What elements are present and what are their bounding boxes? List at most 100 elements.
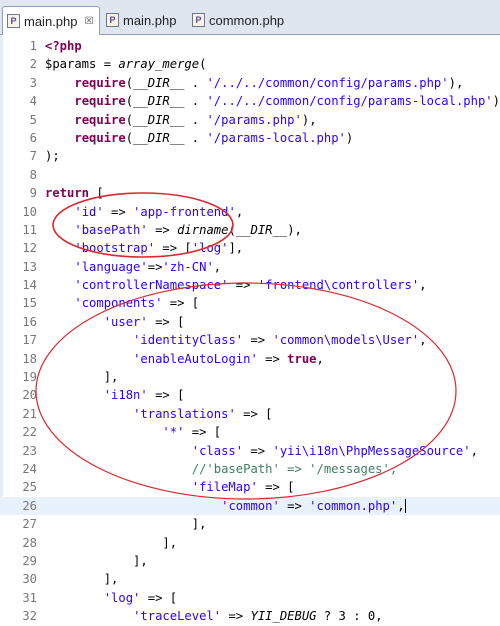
code-text: ], xyxy=(45,553,148,568)
code-text: //'basePath' => '/messages', xyxy=(191,461,398,476)
line-number: 16 xyxy=(22,314,37,329)
code-line[interactable]: 13 'language'=>'zh-CN', xyxy=(0,258,500,276)
code-text: 'i18n' => [ xyxy=(103,388,185,403)
code-line[interactable]: 9 return [ xyxy=(0,184,500,202)
line-number: 10 xyxy=(22,204,37,219)
line-number: 13 xyxy=(22,259,37,274)
code-text: return [ xyxy=(45,186,104,201)
line-number: 7 xyxy=(29,149,37,164)
line-number: 18 xyxy=(22,351,37,366)
code-line[interactable]: 18 'enableAutoLogin' => true, xyxy=(0,350,500,368)
line-number: 2 xyxy=(29,57,37,72)
code-line[interactable]: 31 'log' => [ xyxy=(0,589,500,607)
line-number: 12 xyxy=(22,241,37,256)
code-text: 'enableAutoLogin' => true, xyxy=(133,351,324,366)
code-line[interactable]: 24 //'basePath' => '/messages', xyxy=(0,460,500,478)
line-number: 20 xyxy=(22,388,37,403)
tab-main-php[interactable]: P main.php xyxy=(102,7,188,33)
code-line[interactable]: 22 '*' => [ xyxy=(0,423,500,441)
code-text: 'language'=>'zh-CN', xyxy=(74,259,222,274)
code-text: ); xyxy=(45,149,60,164)
code-text: 'identityClass' => 'common\models\User', xyxy=(133,333,427,348)
code-text: 'translations' => [ xyxy=(133,406,273,421)
code-line[interactable]: 12 'bootstrap' => ['log'], xyxy=(0,239,500,257)
code-editor[interactable]: 1 <?php 2 $params = array_merge( 3 require(_… xyxy=(0,37,500,626)
code-text: <?php xyxy=(45,39,82,53)
php-file-icon: P xyxy=(106,13,119,27)
line-number: 14 xyxy=(22,278,37,293)
code-line[interactable]: 32 'traceLevel' => YII_DEBUG ? 3 : 0, xyxy=(0,607,500,625)
code-line[interactable]: 11 'basePath' => dirname(__DIR__), xyxy=(0,221,500,239)
code-text: ], xyxy=(45,572,119,587)
code-text: 'class' => 'yii\i18n\PhpMessageSource', xyxy=(191,443,478,458)
code-text: 'fileMap' => [ xyxy=(191,480,295,495)
line-number: 21 xyxy=(22,406,37,421)
line-number: 30 xyxy=(22,572,37,587)
code-line[interactable]: 4 require(__DIR__ . '/../../common/confi… xyxy=(0,92,500,110)
code-text: 'id' => 'app-frontend', xyxy=(74,204,244,219)
php-file-icon: P xyxy=(7,14,20,28)
code-text: require(__DIR__ . '/params-local.php') xyxy=(74,130,354,145)
code-text: require(__DIR__ . '/../../common/config/… xyxy=(74,94,500,109)
line-number: 28 xyxy=(22,535,37,550)
code-line[interactable]: 15 'components' => [ xyxy=(0,294,500,312)
code-line[interactable]: 21 'translations' => [ xyxy=(0,405,500,423)
code-line[interactable]: 1 <?php xyxy=(0,37,500,55)
code-text: 'bootstrap' => ['log'], xyxy=(74,241,244,256)
code-text: 'controllerNamespace' => 'frontend\contr… xyxy=(74,278,427,293)
code-line[interactable]: 30 ], xyxy=(0,570,500,588)
line-number: 1 xyxy=(29,39,37,53)
line-number: 3 xyxy=(29,75,37,90)
tab-label: main.php xyxy=(123,12,177,28)
code-text: 'basePath' => dirname(__DIR__), xyxy=(74,222,302,237)
code-text: require(__DIR__ . '/params.php'), xyxy=(74,112,317,127)
code-line[interactable]: 6 require(__DIR__ . '/params-local.php') xyxy=(0,129,500,147)
line-number: 27 xyxy=(22,517,37,532)
code-line[interactable]: 14 'controllerNamespace' => 'frontend\co… xyxy=(0,276,500,294)
line-number: 32 xyxy=(22,609,37,624)
line-number: 17 xyxy=(22,333,37,348)
code-line[interactable]: 27 ], xyxy=(0,515,500,533)
code-line[interactable]: 3 require(__DIR__ . '/../../common/confi… xyxy=(0,74,500,92)
close-tab-icon[interactable]: ☒ xyxy=(84,16,93,27)
tab-label: common.php xyxy=(209,12,285,28)
code-line[interactable]: 17 'identityClass' => 'common\models\Use… xyxy=(0,331,500,349)
code-text: 'traceLevel' => YII_DEBUG ? 3 : 0, xyxy=(133,609,383,624)
line-number: 25 xyxy=(22,480,37,495)
code-line[interactable]: 16 'user' => [ xyxy=(0,313,500,331)
line-number: 24 xyxy=(22,461,37,476)
tab-main-php-active[interactable]: P main.php ☒ xyxy=(2,6,100,35)
line-number: 31 xyxy=(22,590,37,605)
line-number: 8 xyxy=(29,167,37,182)
code-line[interactable]: 25 'fileMap' => [ xyxy=(0,478,500,496)
editor-tab-bar: P main.php ☒ P main.php P common.php xyxy=(0,0,500,35)
line-number: 19 xyxy=(22,370,37,385)
code-text: '*' => [ xyxy=(162,425,222,440)
tab-label: main.php xyxy=(24,13,78,29)
code-line[interactable]: 2 $params = array_merge( xyxy=(0,55,500,73)
code-line[interactable]: 28 ], xyxy=(0,534,500,552)
code-line[interactable]: 5 require(__DIR__ . '/params.php'), xyxy=(0,111,500,129)
code-text: 'log' => [ xyxy=(103,590,178,605)
code-text: 'user' => [ xyxy=(103,314,185,329)
code-text: ], xyxy=(45,517,207,532)
line-number: 4 xyxy=(29,94,37,109)
line-number: 23 xyxy=(22,443,37,458)
code-line[interactable]: 7); xyxy=(0,147,500,165)
code-line[interactable]: 10 'id' => 'app-frontend', xyxy=(0,203,500,221)
code-line[interactable]: 23 'class' => 'yii\i18n\PhpMessageSource… xyxy=(0,442,500,460)
line-number: 29 xyxy=(22,553,37,568)
line-number: 15 xyxy=(22,296,37,311)
line-number: 11 xyxy=(22,222,37,237)
line-number: 22 xyxy=(22,425,37,440)
line-number: 9 xyxy=(29,186,37,201)
code-line[interactable]: 8 xyxy=(0,166,500,184)
line-number: 6 xyxy=(29,130,37,145)
tab-common-php[interactable]: P common.php xyxy=(188,7,298,33)
code-line[interactable]: 20 'i18n' => [ xyxy=(0,386,500,404)
code-text: ], xyxy=(45,535,178,550)
code-line[interactable]: 19 ], xyxy=(0,368,500,386)
code-text: ], xyxy=(45,370,119,385)
code-line[interactable]: 29 ], xyxy=(0,552,500,570)
code-text: $params = array_merge( xyxy=(45,57,207,72)
